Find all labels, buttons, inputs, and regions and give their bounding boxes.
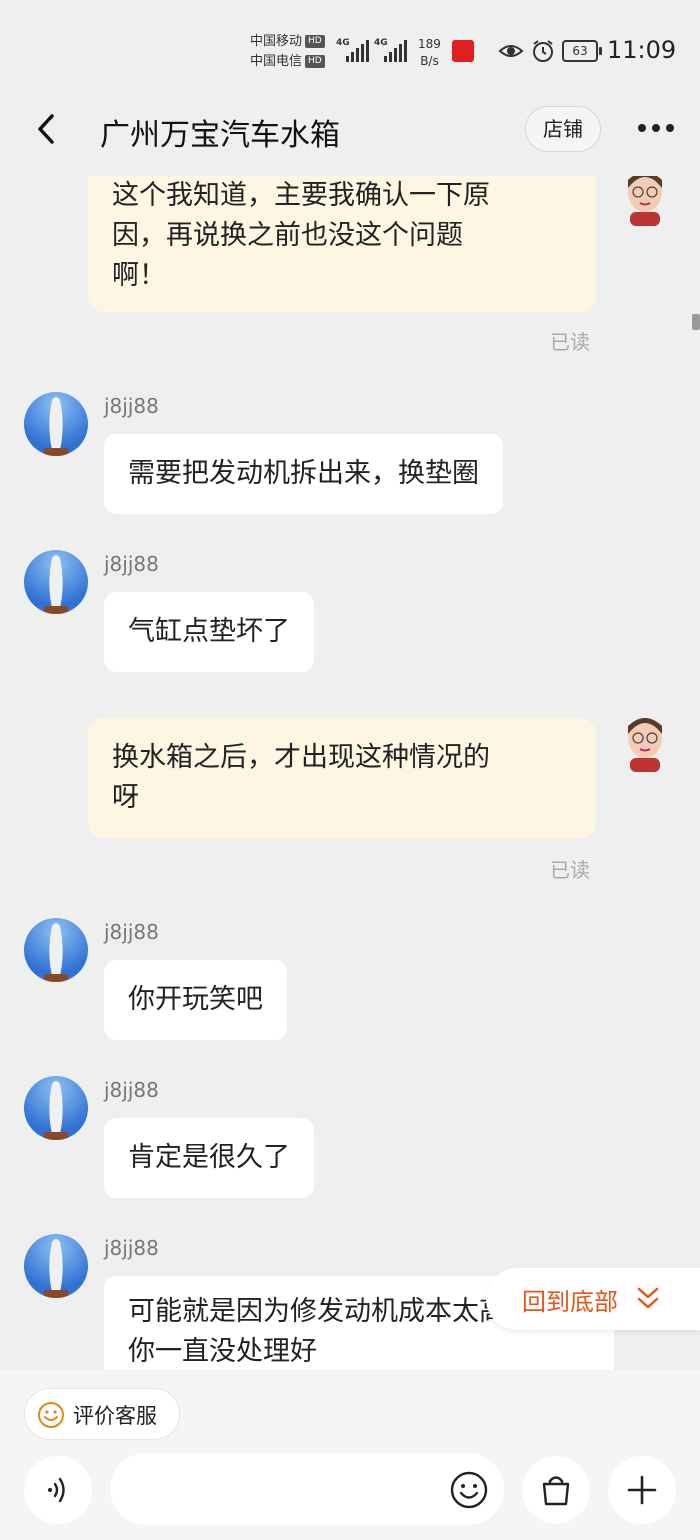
seller-avatar[interactable] (24, 1076, 88, 1140)
speed-unit: B/s (420, 54, 439, 68)
seller-avatar[interactable] (24, 550, 88, 614)
carrier-1: 中国移动 (250, 34, 303, 49)
seller-name: j8jj88 (104, 1078, 159, 1102)
message-line: 换水箱之后，才出现这种情况的 (112, 742, 490, 773)
rate-service-label: 评价客服 (73, 1404, 157, 1428)
incoming-message: 需要把发动机拆出来，换垫圈 (104, 434, 503, 514)
product-button[interactable] (522, 1456, 590, 1524)
scrollbar[interactable] (692, 314, 700, 330)
seller-name: j8jj88 (104, 920, 159, 944)
double-chevron-down-icon (637, 1287, 659, 1309)
message-line: 你一直没处理好 (128, 1336, 317, 1367)
outgoing-message: 换水箱之后，才出现这种情况的 呀 (88, 718, 596, 838)
battery-icon: 63 (562, 40, 602, 62)
seller-name: j8jj88 (104, 1236, 159, 1260)
hd-badge: HD (305, 55, 325, 68)
back-arrow-icon[interactable] (30, 112, 64, 146)
speed-value: 189 (418, 37, 441, 51)
seller-avatar[interactable] (24, 392, 88, 456)
back-to-bottom-label: 回到底部 (522, 1288, 618, 1316)
read-status: 已读 (550, 330, 590, 354)
more-icon[interactable] (638, 124, 674, 132)
seller-name: j8jj88 (104, 552, 159, 576)
signal-icon (384, 38, 407, 62)
page-title: 广州万宝汽车水箱 (100, 118, 340, 153)
incoming-message: 你开玩笑吧 (104, 960, 287, 1040)
outgoing-message: 这个我知道，主要我确认一下原 因，再说换之前也没这个问题 啊！ (88, 176, 596, 312)
more-actions-button[interactable] (608, 1456, 676, 1524)
nav-bar: 广州万宝汽车水箱 店铺 (0, 96, 700, 176)
message-line: 这个我知道，主要我确认一下原 (112, 180, 490, 211)
signal-icon (346, 38, 369, 62)
status-bar: 中国移动 HD 中国电信 HD 4G 4G 189 B/s 63 11:09 (0, 0, 700, 96)
carrier-2: 中国电信 (250, 54, 303, 69)
message-line: 呀 (112, 782, 139, 813)
hd-badge: HD (305, 35, 325, 48)
shop-button[interactable]: 店铺 (525, 106, 601, 152)
chat-area[interactable]: 这个我知道，主要我确认一下原 因，再说换之前也没这个问题 啊！ 已读 j8jj8… (0, 176, 700, 1370)
network-speed: 189 B/s (418, 36, 441, 70)
message-line: 因，再说换之前也没这个问题 (112, 220, 463, 251)
plus-icon (627, 1475, 657, 1505)
smile-icon (38, 1402, 64, 1428)
alarm-icon (533, 40, 553, 62)
app-notification-icon (452, 40, 474, 62)
shopping-bag-icon (542, 1476, 570, 1506)
rate-service-button[interactable]: 评价客服 (24, 1388, 180, 1440)
carrier-info: 中国移动 HD 中国电信 HD (250, 32, 325, 72)
incoming-message: 肯定是很久了 (104, 1118, 314, 1198)
clock: 11:09 (607, 36, 677, 64)
voice-button[interactable] (24, 1456, 92, 1524)
voice-icon (48, 1477, 65, 1503)
battery-level: 63 (572, 44, 588, 58)
read-status: 已读 (550, 858, 590, 882)
my-avatar[interactable] (620, 176, 670, 226)
incoming-message: 气缸点垫坏了 (104, 592, 314, 672)
emoji-icon[interactable] (450, 1471, 488, 1509)
my-avatar[interactable] (620, 716, 670, 772)
message-line: 啊！ (112, 260, 166, 291)
seller-avatar[interactable] (24, 1234, 88, 1298)
back-to-bottom-button[interactable]: 回到底部 (486, 1268, 700, 1330)
seller-avatar[interactable] (24, 918, 88, 982)
eye-icon (498, 45, 524, 57)
bottom-bar: 评价客服 (0, 1370, 700, 1540)
seller-name: j8jj88 (104, 394, 159, 418)
message-input[interactable] (110, 1453, 504, 1525)
